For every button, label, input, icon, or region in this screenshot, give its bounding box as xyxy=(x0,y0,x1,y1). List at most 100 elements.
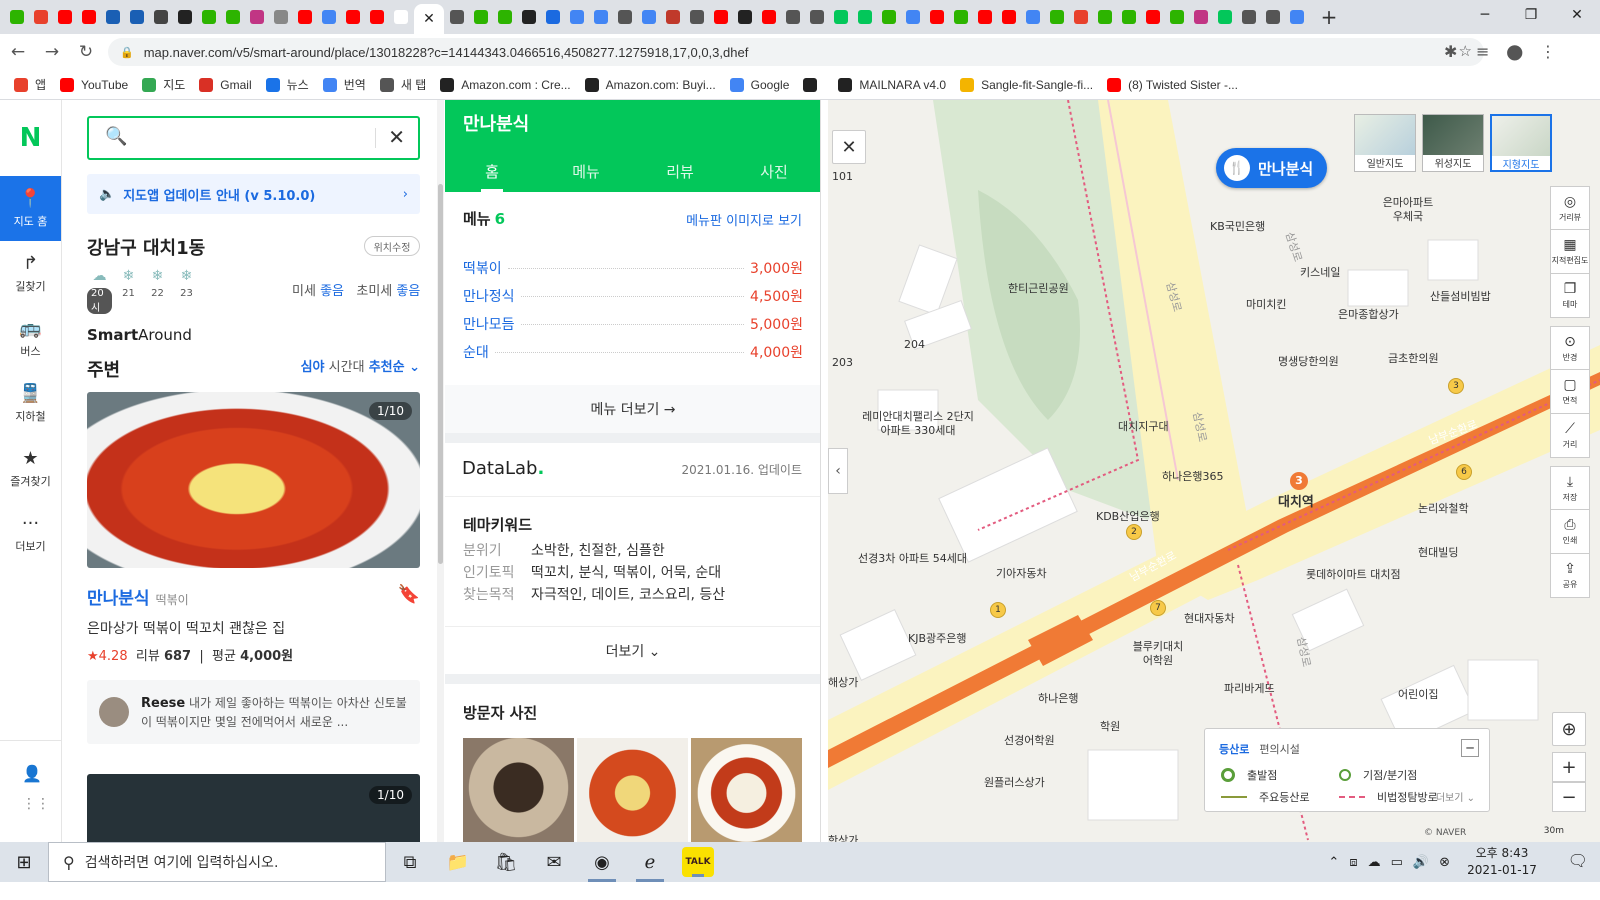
browser-tab[interactable] xyxy=(390,6,412,28)
browser-tab[interactable] xyxy=(150,6,172,28)
bookmark-item[interactable]: Gmail xyxy=(199,77,252,92)
browser-tab[interactable] xyxy=(366,6,388,28)
browser-tab[interactable] xyxy=(30,6,52,28)
place-pin-marker[interactable]: 🍴 만나분식 xyxy=(1216,148,1328,188)
update-notice[interactable]: 🔈 지도앱 업데이트 안내 (v 5.10.0) › xyxy=(87,174,420,214)
task-view-icon[interactable]: ⧉ xyxy=(386,842,434,882)
clear-search-icon[interactable]: ✕ xyxy=(388,125,405,149)
browser-tab[interactable] xyxy=(1022,6,1044,28)
browser-tab[interactable] xyxy=(734,6,756,28)
bookmark-item[interactable]: Google xyxy=(729,77,789,92)
theme-more-button[interactable]: 더보기 ⌄ xyxy=(445,626,820,674)
map-poi-label[interactable]: 대치역 xyxy=(1278,496,1314,510)
detail-tab[interactable]: 리뷰 xyxy=(633,150,727,192)
extensions-icon[interactable]: ✱ xyxy=(1444,42,1457,61)
browser-tab[interactable] xyxy=(854,6,876,28)
browser-tab[interactable] xyxy=(542,6,564,28)
browser-tab[interactable] xyxy=(806,6,828,28)
tray-icon[interactable]: ▭ xyxy=(1391,855,1403,870)
browser-tab[interactable] xyxy=(902,6,924,28)
map-close-button[interactable]: ✕ xyxy=(832,130,866,164)
map-poi-label[interactable]: 레미안대치팰리스 2단지아파트 330세대 xyxy=(858,410,978,438)
profile-icon[interactable]: ● xyxy=(1506,39,1523,63)
browser-tab[interactable] xyxy=(1070,6,1092,28)
tray-icon[interactable]: ⊗ xyxy=(1439,855,1450,870)
reading-list-icon[interactable]: ≡ xyxy=(1476,42,1489,61)
map-poi-label[interactable]: 204 xyxy=(904,338,925,352)
map-poi-label[interactable]: 현대자동차 xyxy=(1184,612,1235,626)
legend-tab-trail[interactable]: 등산로 xyxy=(1219,743,1249,756)
browser-tab[interactable] xyxy=(566,6,588,28)
map-poi-label[interactable]: 마미치킨 xyxy=(1246,298,1286,312)
menu-row[interactable]: 순대 4,000원 xyxy=(463,341,803,363)
map-tool-button[interactable]: ⊙ 반경 xyxy=(1550,326,1590,370)
browser-tab[interactable] xyxy=(126,6,148,28)
map-poi-label[interactable]: 101 xyxy=(832,170,853,184)
minimize-button[interactable]: ─ xyxy=(1462,0,1508,30)
map-view[interactable]: KB국민은행 은마아파트 우체국 키스네일 마미치킨 은마종합상가 산들섬비빔밥 명생당한의… xyxy=(828,100,1600,842)
browser-tab[interactable] xyxy=(1214,6,1236,28)
browser-tab[interactable] xyxy=(1094,6,1116,28)
clock[interactable]: 오후 8:43 2021-01-17 xyxy=(1462,845,1542,879)
legend-minimize-button[interactable]: ─ xyxy=(1461,739,1479,757)
map-poi-label[interactable]: 금초한의원 xyxy=(1388,352,1439,366)
close-window-button[interactable]: ✕ xyxy=(1554,0,1600,30)
nav-item[interactable]: 📍 지도 홈 xyxy=(0,176,61,241)
browser-tab[interactable] xyxy=(102,6,124,28)
detail-tab[interactable]: 메뉴 xyxy=(539,150,633,192)
store-icon[interactable]: 🛍 xyxy=(482,842,530,882)
browser-tab[interactable] xyxy=(662,6,684,28)
save-bookmark-icon[interactable]: 🔖 xyxy=(398,584,420,605)
map-poi-label[interactable]: 은마아파트 우체국 xyxy=(1376,196,1440,224)
bookmark-item[interactable]: 새 탭 xyxy=(379,76,426,93)
panel-scrollbar[interactable] xyxy=(437,100,444,857)
tray-icon[interactable]: ☁ xyxy=(1368,855,1381,870)
browser-tab[interactable] xyxy=(590,6,612,28)
browser-tab[interactable] xyxy=(518,6,540,28)
back-button[interactable]: ← xyxy=(2,36,34,68)
nav-item[interactable]: ··· 더보기 xyxy=(0,501,61,566)
naver-logo[interactable]: N xyxy=(0,100,61,176)
map-poi-label[interactable]: 해상가 xyxy=(828,676,858,690)
map-poi-label[interactable]: 선경3차 아파트 54세대 xyxy=(858,552,967,566)
nav-item[interactable]: ↱ 길찾기 xyxy=(0,241,61,306)
map-poi-label[interactable]: 하나은행365 xyxy=(1162,470,1223,484)
map-tool-button[interactable]: ⇪ 공유 xyxy=(1550,554,1590,598)
station-marker-icon[interactable]: 3 xyxy=(1290,472,1308,490)
browser-tab[interactable] xyxy=(1166,6,1188,28)
bookmark-item[interactable]: MAILNARA v4.0 xyxy=(838,77,946,92)
chrome-menu-icon[interactable]: ⋮ xyxy=(1540,42,1556,61)
browser-tab[interactable] xyxy=(974,6,996,28)
browser-tab[interactable] xyxy=(1190,6,1212,28)
bookmark-item[interactable]: YouTube xyxy=(60,77,128,92)
zoom-in-button[interactable]: + xyxy=(1552,752,1586,782)
map-poi-label[interactable]: 롯데하이마트 대치점 xyxy=(1306,568,1401,582)
map-poi-label[interactable]: 한티근린공원 xyxy=(1008,282,1069,296)
bookmark-item[interactable]: 앱 xyxy=(14,76,46,93)
browser-tab[interactable] xyxy=(222,6,244,28)
browser-tab[interactable] xyxy=(686,6,708,28)
map-poi-label[interactable]: 기아자동차 xyxy=(996,567,1047,581)
browser-tab[interactable] xyxy=(878,6,900,28)
browser-tab[interactable] xyxy=(1286,6,1308,28)
browser-tab[interactable] xyxy=(758,6,780,28)
review-snippet[interactable]: Reese 내가 제일 좋아하는 떡볶이는 아차산 신토불이 떡볶이지만 몇일 … xyxy=(87,680,420,744)
map-tool-button[interactable]: ▢ 면적 xyxy=(1550,370,1590,414)
taskbar-search[interactable]: ⚲ 검색하려면 여기에 입력하십시오. xyxy=(48,842,386,882)
locate-button[interactable]: ⊕ xyxy=(1552,712,1586,746)
nav-item[interactable]: 🚆 지하철 xyxy=(0,371,61,436)
nav-item[interactable]: ★ 즐겨찾기 xyxy=(0,436,61,501)
map-poi-label[interactable]: 파리바게뜨 xyxy=(1224,682,1275,696)
browser-tab[interactable] xyxy=(318,6,340,28)
visitor-photo[interactable] xyxy=(577,738,688,848)
browser-tab[interactable] xyxy=(1262,6,1284,28)
browser-tab[interactable] xyxy=(998,6,1020,28)
browser-tab[interactable] xyxy=(294,6,316,28)
kakaotalk-icon[interactable]: TALK xyxy=(682,847,714,877)
browser-tab[interactable] xyxy=(1046,6,1068,28)
bookmark-item[interactable]: 번역 xyxy=(322,76,366,93)
file-explorer-icon[interactable]: 📁 xyxy=(434,842,482,882)
map-poi-label[interactable]: 한상가 xyxy=(828,834,858,842)
browser-tab[interactable] xyxy=(1238,6,1260,28)
location-edit-button[interactable]: 위치수정 xyxy=(364,236,420,256)
